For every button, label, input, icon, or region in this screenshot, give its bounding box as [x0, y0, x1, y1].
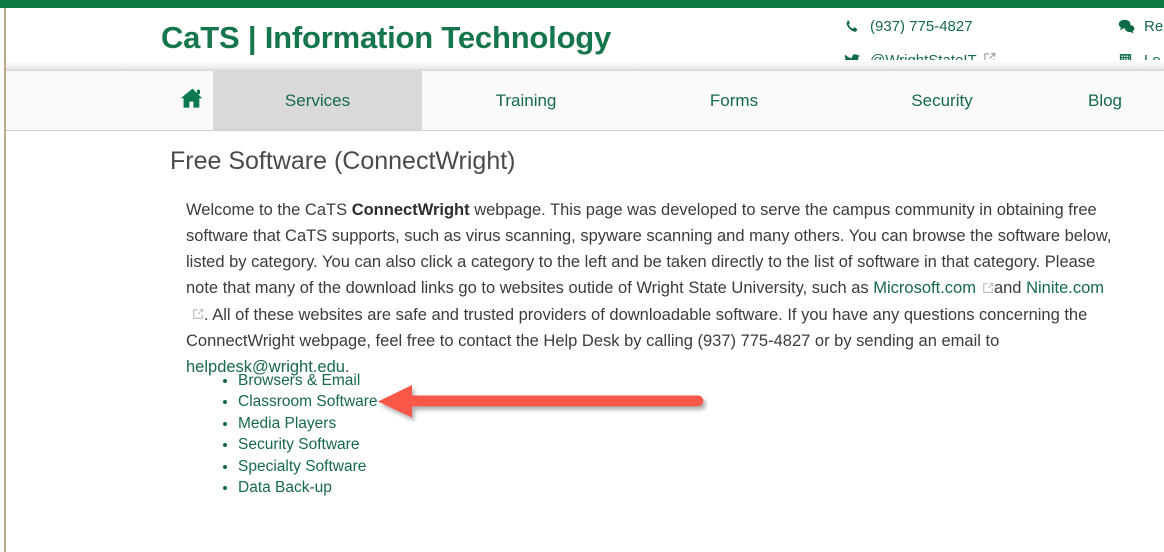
nav-item-blog[interactable]: Blog: [1046, 71, 1164, 130]
category-link-classroom-software[interactable]: Classroom Software: [238, 393, 378, 410]
category-link-data-back-up[interactable]: Data Back-up: [238, 479, 332, 496]
category-list: Browsers & Email Classroom Software Medi…: [212, 370, 378, 498]
microsoft-link[interactable]: Microsoft.com: [873, 279, 976, 297]
intro-text-part3: and: [993, 279, 1027, 297]
nav-item-label: Services: [284, 90, 351, 110]
list-item: Data Back-up: [238, 477, 378, 498]
header-request-text: Re: [1144, 18, 1164, 35]
list-item: Media Players: [238, 413, 378, 434]
list-item: Security Software: [238, 434, 378, 455]
header-phone-link[interactable]: (937) 775-4827: [844, 18, 973, 35]
external-link-icon: [982, 276, 994, 302]
main-content: Free Software (ConnectWright) Welcome to…: [6, 131, 1164, 552]
ninite-link[interactable]: Ninite.com: [1026, 279, 1104, 297]
phone-icon: [844, 19, 866, 34]
category-link-specialty-software[interactable]: Specialty Software: [238, 458, 366, 475]
intro-paragraph: Welcome to the CaTS ConnectWright webpag…: [186, 197, 1120, 380]
nav-item-forms[interactable]: Forms: [630, 71, 838, 130]
main-navigation: Services Training Forms Security Blog: [6, 71, 1164, 131]
nav-item-security[interactable]: Security: [838, 71, 1046, 130]
nav-item-label: Security: [911, 90, 973, 110]
category-link-browsers-email[interactable]: Browsers & Email: [238, 372, 360, 389]
intro-text-part1: Welcome to the CaTS: [186, 201, 352, 219]
nav-item-label: Training: [495, 90, 557, 110]
list-item: Browsers & Email: [238, 370, 378, 391]
list-item: Specialty Software: [238, 456, 378, 477]
header-request-link[interactable]: Re: [1118, 18, 1163, 35]
nav-item-label: Blog: [1087, 90, 1123, 110]
page-title: Free Software (ConnectWright): [170, 147, 516, 175]
external-link-icon: [192, 302, 204, 328]
nav-item-label: Forms: [709, 90, 759, 110]
nav-item-home[interactable]: [165, 71, 219, 130]
category-link-media-players[interactable]: Media Players: [238, 415, 336, 432]
intro-text-part4: . All of these websites are safe and tru…: [186, 305, 1088, 351]
nav-item-training[interactable]: Training: [422, 71, 630, 130]
header-divider-shadow: [6, 60, 1164, 71]
page-frame: CaTS | Information Technology (937) 775-…: [0, 0, 1164, 552]
connectwright-bold: ConnectWright: [351, 201, 470, 219]
nav-item-services[interactable]: Services: [213, 71, 422, 130]
site-brand-title[interactable]: CaTS | Information Technology: [161, 20, 611, 56]
chat-icon: [1118, 19, 1140, 34]
header-phone-text: (937) 775-4827: [870, 18, 973, 35]
list-item: Classroom Software: [238, 391, 378, 412]
home-icon: [180, 87, 205, 114]
site-header: CaTS | Information Technology (937) 775-…: [6, 8, 1164, 69]
top-accent-bar: [0, 0, 1164, 8]
category-link-security-software[interactable]: Security Software: [238, 436, 359, 453]
